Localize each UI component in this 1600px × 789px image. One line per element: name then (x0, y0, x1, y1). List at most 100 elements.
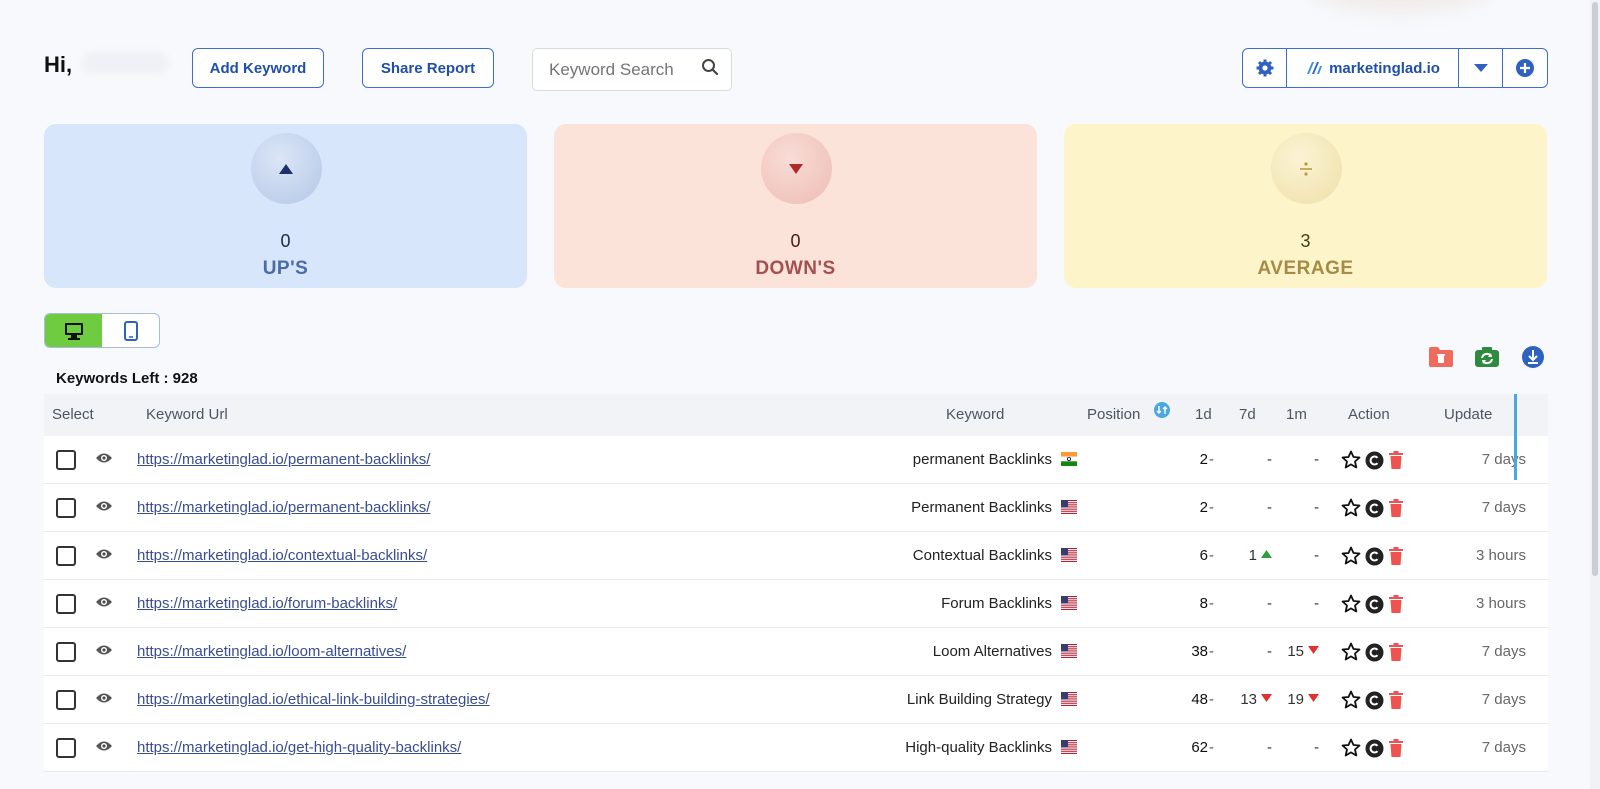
star-icon[interactable] (1341, 594, 1361, 618)
keyword-url-link[interactable]: https://marketinglad.io/permanent-backli… (137, 451, 430, 468)
change-7d: 1 (1234, 547, 1272, 564)
eye-icon[interactable] (95, 739, 113, 757)
usa-flag-icon (1061, 644, 1077, 658)
competitor-c-icon[interactable] (1365, 739, 1384, 762)
change-1m: - (1314, 547, 1319, 564)
keywords-left: Keywords Left : 928 (56, 370, 198, 387)
keyword-url-link[interactable]: https://marketinglad.io/ethical-link-bui… (137, 691, 490, 708)
star-icon[interactable] (1341, 738, 1361, 762)
row-checkbox[interactable] (56, 690, 76, 710)
header-position[interactable]: Position (1087, 406, 1140, 423)
eye-icon[interactable] (95, 595, 113, 613)
ups-label: UP'S (262, 258, 309, 279)
header-7d: 7d (1239, 406, 1256, 423)
trash-icon[interactable] (1388, 691, 1404, 713)
search-icon[interactable] (701, 58, 719, 81)
trash-icon[interactable] (1388, 595, 1404, 617)
keyword-url-link[interactable]: https://marketinglad.io/contextual-backl… (137, 547, 427, 564)
position-value: 48 (1191, 691, 1208, 708)
scrollbar-thumb[interactable] (1592, 2, 1598, 576)
eye-icon[interactable] (95, 643, 113, 661)
table-row: https://marketinglad.io/get-high-quality… (44, 724, 1548, 772)
keyword-text: Link Building Strategy (906, 691, 1052, 708)
position-value: 2 (1199, 451, 1208, 468)
triangle-up-icon (279, 163, 293, 174)
update-time: 7 days (1481, 691, 1526, 708)
change-7d: 13 (1234, 691, 1272, 708)
download-button[interactable] (1520, 344, 1546, 370)
share-report-button[interactable]: Share Report (362, 48, 494, 88)
current-domain[interactable]: marketinglad.io (1287, 49, 1459, 87)
eye-icon[interactable] (95, 451, 113, 469)
star-icon[interactable] (1341, 642, 1361, 666)
competitor-c-icon[interactable] (1365, 595, 1384, 618)
table-row: https://marketinglad.io/permanent-backli… (44, 484, 1548, 532)
delete-folder-button[interactable] (1428, 344, 1454, 370)
competitor-c-icon[interactable] (1365, 451, 1384, 474)
star-icon[interactable] (1341, 546, 1361, 570)
row-checkbox[interactable] (56, 594, 76, 614)
trend-down-icon (1308, 646, 1319, 654)
desktop-icon (64, 322, 83, 340)
row-actions (1341, 642, 1404, 666)
trash-icon[interactable] (1388, 739, 1404, 761)
row-checkbox[interactable] (56, 546, 76, 566)
settings-button[interactable] (1243, 49, 1287, 87)
trend-down-icon (1308, 694, 1319, 702)
row-checkbox[interactable] (56, 738, 76, 758)
keyword-url-link[interactable]: https://marketinglad.io/permanent-backli… (137, 499, 430, 516)
device-toggle (44, 313, 160, 348)
competitor-c-icon[interactable] (1365, 691, 1384, 714)
keyword-url-link[interactable]: https://marketinglad.io/forum-backlinks/ (137, 595, 397, 612)
competitor-c-icon[interactable] (1365, 643, 1384, 666)
eye-icon[interactable] (95, 691, 113, 709)
row-checkbox[interactable] (56, 642, 76, 662)
keyword-url-link[interactable]: https://marketinglad.io/loom-alternative… (137, 643, 406, 660)
change-1d: - (1209, 547, 1214, 564)
keyword-search-input[interactable] (549, 59, 699, 80)
table-body: https://marketinglad.io/permanent-backli… (44, 436, 1548, 772)
row-checkbox[interactable] (56, 450, 76, 470)
india-flag-icon (1061, 452, 1077, 466)
trash-icon[interactable] (1388, 499, 1404, 521)
mobile-toggle[interactable] (102, 314, 159, 347)
ups-value: 0 (280, 231, 291, 251)
keyword-text: Permanent Backlinks (911, 499, 1052, 516)
competitor-c-icon[interactable] (1365, 547, 1384, 570)
sort-icon[interactable] (1154, 402, 1170, 422)
table-row: https://marketinglad.io/loom-alternative… (44, 628, 1548, 676)
ups-card: 0 UP'S (44, 124, 527, 288)
trash-icon[interactable] (1388, 547, 1404, 569)
change-1m: - (1314, 595, 1319, 612)
page-scrollbar[interactable] (1590, 0, 1600, 789)
greeting: Hi, (44, 52, 73, 77)
competitor-c-icon[interactable] (1365, 499, 1384, 522)
domain-label: marketinglad.io (1329, 59, 1440, 77)
change-1m: - (1314, 739, 1319, 756)
star-icon[interactable] (1341, 498, 1361, 522)
refresh-button[interactable] (1474, 344, 1500, 370)
row-checkbox[interactable] (56, 498, 76, 518)
mobile-icon (123, 320, 138, 341)
trend-up-icon (1261, 550, 1272, 558)
desktop-toggle[interactable] (45, 314, 102, 347)
star-icon[interactable] (1341, 690, 1361, 714)
eye-icon[interactable] (95, 499, 113, 517)
keyword-url-link[interactable]: https://marketinglad.io/get-high-quality… (137, 739, 461, 756)
row-actions (1341, 738, 1404, 762)
header-update: Update (1444, 406, 1493, 423)
domain-dropdown-button[interactable] (1459, 49, 1503, 87)
change-1d: - (1209, 595, 1214, 612)
add-domain-button[interactable] (1503, 49, 1547, 87)
trash-icon[interactable] (1388, 451, 1404, 473)
eye-icon[interactable] (95, 547, 113, 565)
add-keyword-button[interactable]: Add Keyword (192, 48, 324, 88)
table-row: https://marketinglad.io/contextual-backl… (44, 532, 1548, 580)
keywords-table: Select Keyword Url Keyword Position 1d 7… (44, 394, 1548, 772)
average-circle (1270, 133, 1342, 204)
star-icon[interactable] (1341, 450, 1361, 474)
trash-icon[interactable] (1388, 643, 1404, 665)
keyword-text: Loom Alternatives (932, 643, 1052, 660)
position-value: 62 (1191, 739, 1208, 756)
row-actions (1341, 450, 1404, 474)
